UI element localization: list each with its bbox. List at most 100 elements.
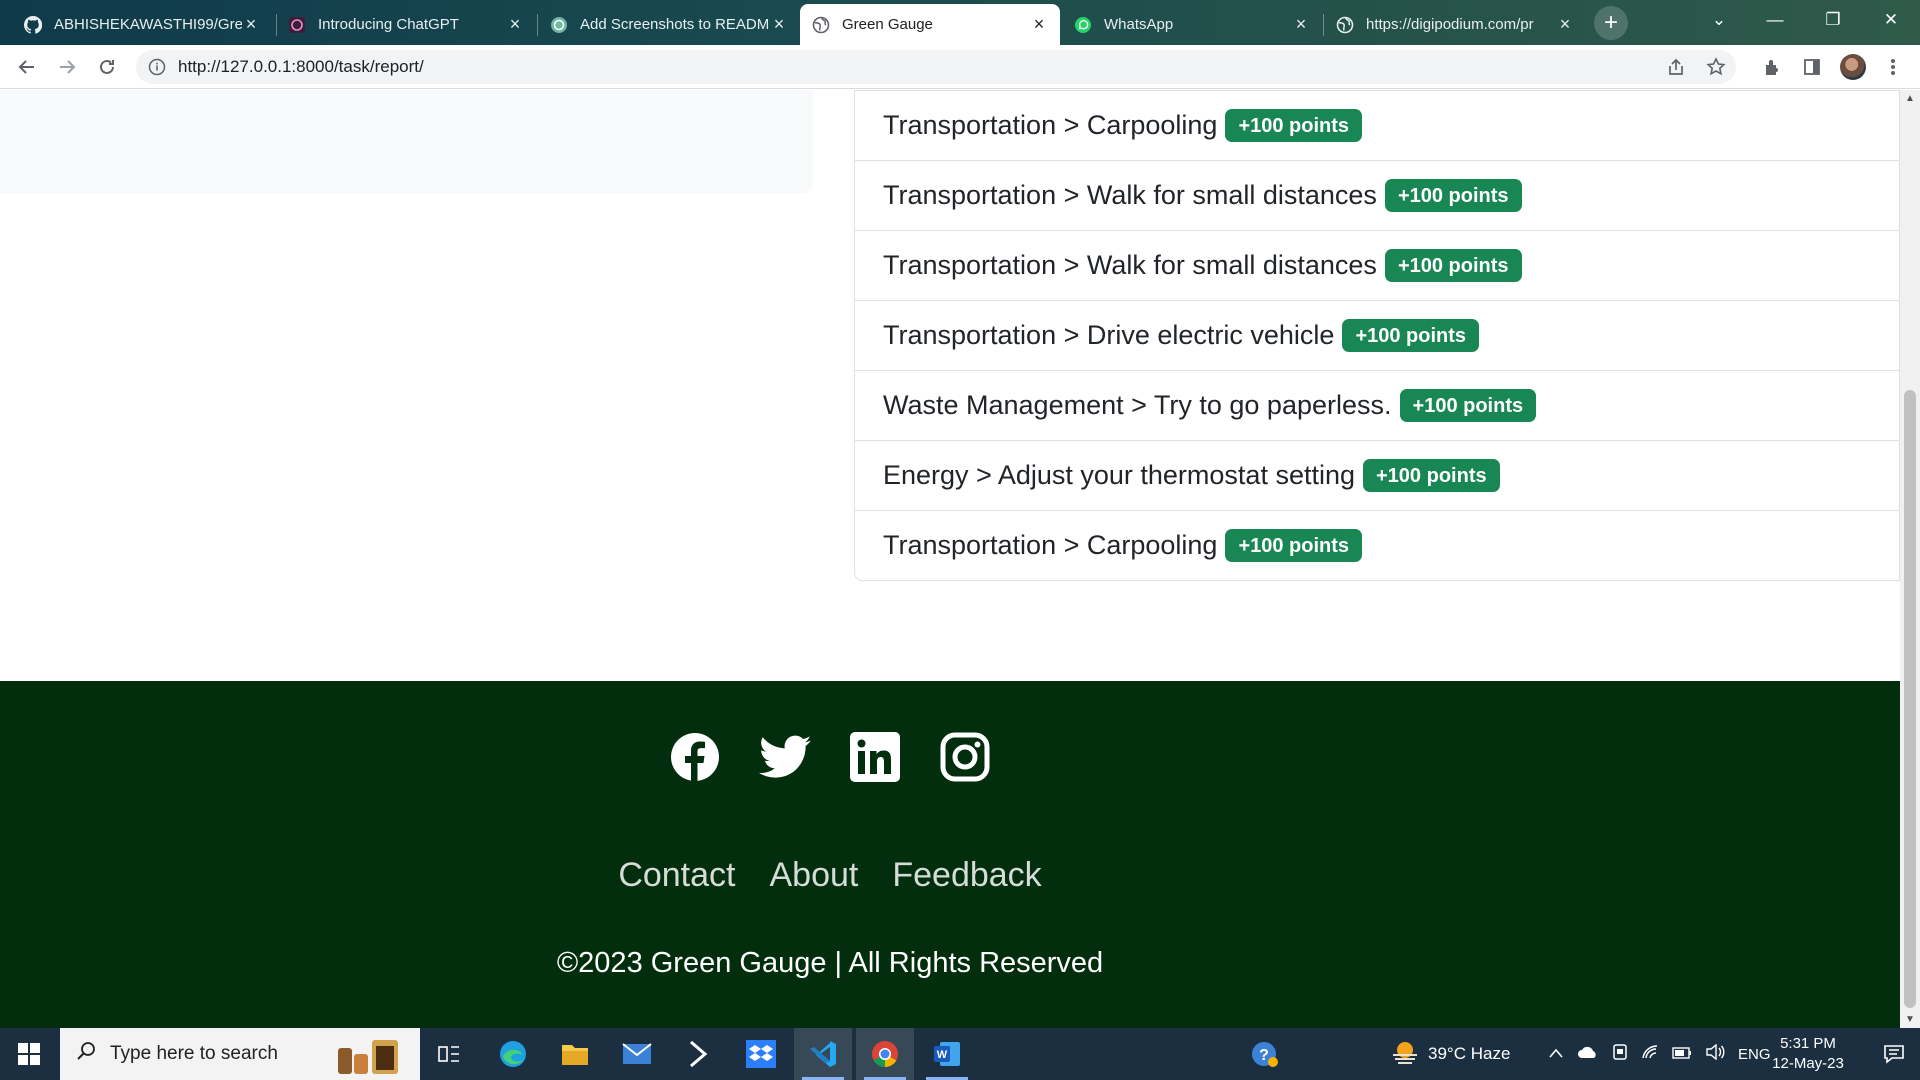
tab-whatsapp[interactable]: WhatsApp × bbox=[1062, 4, 1322, 45]
twitter-icon[interactable] bbox=[759, 731, 811, 783]
feedback-link[interactable]: Feedback bbox=[892, 856, 1041, 895]
facebook-icon[interactable] bbox=[669, 731, 721, 783]
site-footer: Contact About Feedback ©2023 Green Gauge… bbox=[0, 681, 1900, 1028]
dropbox-icon[interactable] bbox=[732, 1028, 790, 1080]
extensions-icon[interactable] bbox=[1757, 52, 1787, 82]
vscode-icon[interactable] bbox=[794, 1028, 852, 1080]
powershell-icon[interactable] bbox=[670, 1028, 728, 1080]
list-item: Transportation > Carpooling +100 points bbox=[855, 90, 1899, 160]
task-label: Transportation > Carpooling bbox=[883, 110, 1218, 140]
task-label: Waste Management > Try to go paperless. bbox=[883, 390, 1392, 420]
url-text[interactable]: http://127.0.0.1:8000/task/report/ bbox=[178, 57, 424, 77]
page-scrollbar[interactable]: ▲ ▼ bbox=[1900, 90, 1920, 1028]
volume-icon[interactable] bbox=[1705, 1043, 1725, 1065]
notifications-icon[interactable] bbox=[1868, 1028, 1920, 1080]
close-window-icon[interactable]: ✕ bbox=[1866, 0, 1916, 40]
chrome-icon[interactable] bbox=[856, 1028, 914, 1080]
share-icon[interactable] bbox=[1666, 50, 1686, 84]
about-link[interactable]: About bbox=[770, 856, 859, 895]
openai-icon bbox=[288, 16, 306, 34]
clock-time: 5:31 PM bbox=[1780, 1035, 1836, 1052]
globe-icon bbox=[812, 16, 830, 34]
restore-icon[interactable]: ❐ bbox=[1808, 0, 1858, 40]
windows-start-icon[interactable] bbox=[0, 1028, 58, 1080]
address-bar[interactable]: http://127.0.0.1:8000/task/report/ bbox=[136, 50, 1736, 84]
back-icon[interactable] bbox=[12, 52, 42, 82]
taskbar-clock[interactable]: 5:31 PM 12-May-23 bbox=[1762, 1034, 1854, 1074]
file-explorer-icon[interactable] bbox=[546, 1028, 604, 1080]
list-item: Transportation > Walk for small distance… bbox=[855, 160, 1899, 230]
browser-tab-strip: ABHISHEKAWASTHI99/Gre × Introducing Chat… bbox=[0, 0, 1920, 45]
battery-icon[interactable] bbox=[1672, 1044, 1692, 1064]
side-panel-icon[interactable] bbox=[1797, 52, 1827, 82]
copyright-text: ©2023 Green Gauge | All Rights Reserved bbox=[556, 947, 1104, 979]
task-report-list: Transportation > Carpooling +100 points … bbox=[854, 90, 1900, 581]
meet-now-icon[interactable] bbox=[1612, 1043, 1628, 1066]
tab-title: ABHISHEKAWASTHI99/Gre bbox=[54, 16, 242, 33]
forward-icon[interactable] bbox=[52, 52, 82, 82]
tab-title: Add Screenshots to READM bbox=[580, 16, 770, 33]
close-icon[interactable]: × bbox=[770, 14, 788, 35]
github-icon bbox=[24, 15, 42, 34]
contact-link[interactable]: Contact bbox=[618, 856, 735, 895]
browser-menu-icon[interactable] bbox=[1878, 52, 1908, 82]
tab-green-gauge[interactable]: Green Gauge × bbox=[800, 4, 1060, 45]
list-item: Energy > Adjust your thermostat setting … bbox=[855, 440, 1899, 510]
weather-widget[interactable]: 39°C Haze bbox=[1390, 1028, 1510, 1080]
tab-title: Introducing ChatGPT bbox=[318, 16, 459, 33]
points-badge: +100 points bbox=[1363, 459, 1500, 492]
mail-icon[interactable] bbox=[608, 1028, 666, 1080]
whatsapp-icon bbox=[1074, 16, 1092, 34]
onedrive-icon[interactable] bbox=[1577, 1044, 1599, 1064]
globe-icon bbox=[1336, 16, 1354, 34]
points-badge: +100 points bbox=[1225, 109, 1363, 142]
points-badge: +100 points bbox=[1399, 389, 1537, 422]
task-label: Transportation > Walk for small distance… bbox=[883, 250, 1377, 280]
svg-text:?: ? bbox=[1259, 1047, 1269, 1064]
instagram-icon[interactable] bbox=[939, 731, 991, 783]
weather-text: 39°C Haze bbox=[1428, 1044, 1511, 1063]
site-info-icon[interactable] bbox=[148, 58, 166, 76]
list-item: Transportation > Carpooling +100 points bbox=[855, 510, 1899, 580]
windows-taskbar: Type here to search W ? 39°C Haze ENG 5:… bbox=[0, 1028, 1920, 1080]
tab-digipodium[interactable]: https://digipodium.com/pr × bbox=[1324, 4, 1586, 45]
tab-readme[interactable]: Add Screenshots to READM × bbox=[538, 4, 800, 45]
reload-icon[interactable] bbox=[92, 52, 122, 82]
task-label: Transportation > Walk for small distance… bbox=[883, 180, 1377, 210]
task-label: Energy > Adjust your thermostat setting bbox=[883, 460, 1355, 490]
chevron-up-icon[interactable] bbox=[1548, 1044, 1564, 1064]
search-placeholder: Type here to search bbox=[110, 1043, 278, 1064]
close-icon[interactable]: × bbox=[1556, 14, 1574, 35]
system-tray: ENG bbox=[1548, 1028, 1771, 1080]
clock-date: 12-May-23 bbox=[1772, 1055, 1844, 1072]
help-icon[interactable]: ? bbox=[1236, 1028, 1294, 1080]
task-label: Transportation > Drive electric vehicle bbox=[883, 320, 1335, 350]
tab-github[interactable]: ABHISHEKAWASTHI99/Gre × bbox=[12, 4, 272, 45]
scroll-down-icon[interactable]: ▼ bbox=[1900, 1011, 1920, 1028]
minimize-icon[interactable]: — bbox=[1750, 0, 1800, 40]
word-icon[interactable]: W bbox=[918, 1028, 976, 1080]
tab-chatgpt[interactable]: Introducing ChatGPT × bbox=[276, 4, 536, 45]
points-badge: +100 points bbox=[1342, 319, 1480, 352]
close-icon[interactable]: × bbox=[1030, 14, 1048, 35]
task-view-icon[interactable] bbox=[420, 1028, 478, 1080]
close-icon[interactable]: × bbox=[242, 14, 260, 35]
summary-card bbox=[0, 90, 813, 194]
close-icon[interactable]: × bbox=[506, 14, 524, 35]
new-tab-button[interactable]: + bbox=[1594, 6, 1628, 40]
edge-browser-icon[interactable] bbox=[484, 1028, 542, 1080]
page-content: Transportation > Carpooling +100 points … bbox=[0, 90, 1900, 1028]
bookmark-star-icon[interactable] bbox=[1706, 50, 1726, 84]
search-icon bbox=[76, 1041, 96, 1067]
scroll-up-icon[interactable]: ▲ bbox=[1900, 90, 1920, 107]
scrollbar-thumb[interactable] bbox=[1904, 390, 1916, 1008]
browser-toolbar: http://127.0.0.1:8000/task/report/ bbox=[0, 45, 1920, 89]
wifi-icon[interactable] bbox=[1641, 1044, 1659, 1065]
close-icon[interactable]: × bbox=[1292, 14, 1310, 35]
footer-links: Contact About Feedback bbox=[0, 856, 1660, 895]
taskbar-search-box[interactable]: Type here to search bbox=[60, 1028, 420, 1080]
task-label: Transportation > Carpooling bbox=[883, 530, 1218, 560]
tab-search-icon[interactable]: ⌄ bbox=[1694, 0, 1744, 40]
linkedin-icon[interactable] bbox=[849, 731, 901, 783]
profile-avatar[interactable] bbox=[1838, 52, 1868, 82]
